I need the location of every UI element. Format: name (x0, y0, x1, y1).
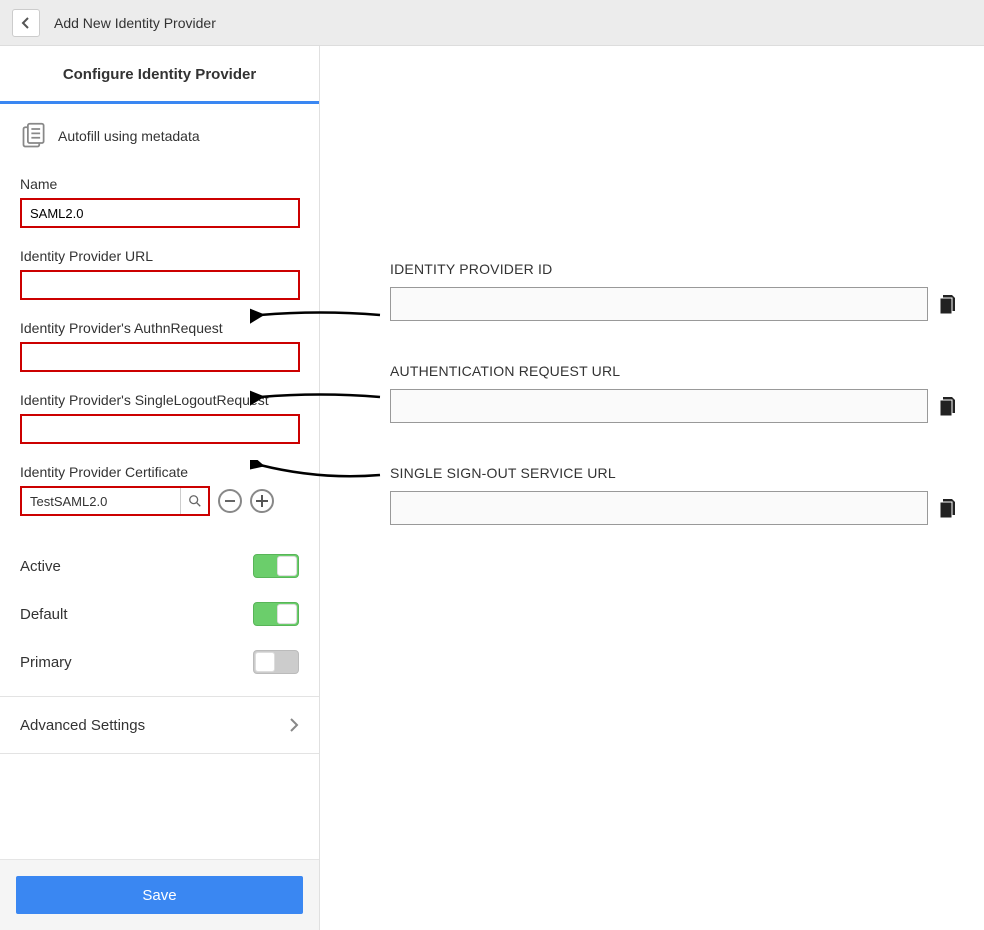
idp-url-input[interactable] (20, 270, 300, 300)
advanced-settings-row[interactable]: Advanced Settings (0, 696, 319, 754)
name-label: Name (20, 176, 299, 192)
chevron-left-icon (21, 16, 31, 30)
back-button[interactable] (12, 9, 40, 37)
reference-panel: IDENTITY PROVIDER ID AUTHENTICATION REQU… (320, 46, 984, 930)
cert-search-button[interactable] (180, 488, 208, 514)
metadata-file-icon (20, 122, 48, 150)
advanced-label: Advanced Settings (20, 717, 145, 734)
search-icon (188, 494, 202, 508)
sso-out-label: SINGLE SIGN-OUT SERVICE URL (390, 465, 964, 481)
cert-input[interactable]: TestSAML2.0 (20, 486, 210, 516)
panel-tab-title: Configure Identity Provider (0, 46, 319, 104)
auth-url-label: AUTHENTICATION REQUEST URL (390, 363, 964, 379)
minus-icon (225, 500, 235, 502)
idp-id-field[interactable] (390, 287, 928, 321)
cert-value: TestSAML2.0 (30, 494, 107, 509)
primary-label: Primary (20, 654, 72, 671)
copy-icon (939, 395, 959, 417)
idp-url-label: Identity Provider URL (20, 248, 299, 264)
page-title: Add New Identity Provider (54, 15, 216, 31)
auth-url-field[interactable] (390, 389, 928, 423)
default-toggle[interactable] (253, 602, 299, 626)
sso-out-copy-button[interactable] (934, 493, 964, 523)
idp-id-copy-button[interactable] (934, 289, 964, 319)
page-header: Add New Identity Provider (0, 0, 984, 46)
autofill-row[interactable]: Autofill using metadata (20, 122, 299, 150)
authn-label: Identity Provider's AuthnRequest (20, 320, 299, 336)
default-label: Default (20, 606, 68, 623)
slo-input[interactable] (20, 414, 300, 444)
idp-id-label: IDENTITY PROVIDER ID (390, 261, 964, 277)
save-button[interactable]: Save (16, 876, 303, 914)
chevron-right-icon (289, 717, 299, 733)
add-cert-button[interactable] (250, 489, 274, 513)
authn-input[interactable] (20, 342, 300, 372)
config-panel: Configure Identity Provider Autofill usi… (0, 46, 320, 930)
copy-icon (939, 293, 959, 315)
active-label: Active (20, 558, 61, 575)
remove-cert-button[interactable] (218, 489, 242, 513)
sso-out-field[interactable] (390, 491, 928, 525)
plus-icon (256, 495, 268, 507)
slo-label: Identity Provider's SingleLogoutRequest (20, 392, 299, 408)
autofill-label: Autofill using metadata (58, 128, 200, 144)
name-input[interactable] (20, 198, 300, 228)
active-toggle[interactable] (253, 554, 299, 578)
copy-icon (939, 497, 959, 519)
auth-url-copy-button[interactable] (934, 391, 964, 421)
cert-label: Identity Provider Certificate (20, 464, 299, 480)
primary-toggle[interactable] (253, 650, 299, 674)
